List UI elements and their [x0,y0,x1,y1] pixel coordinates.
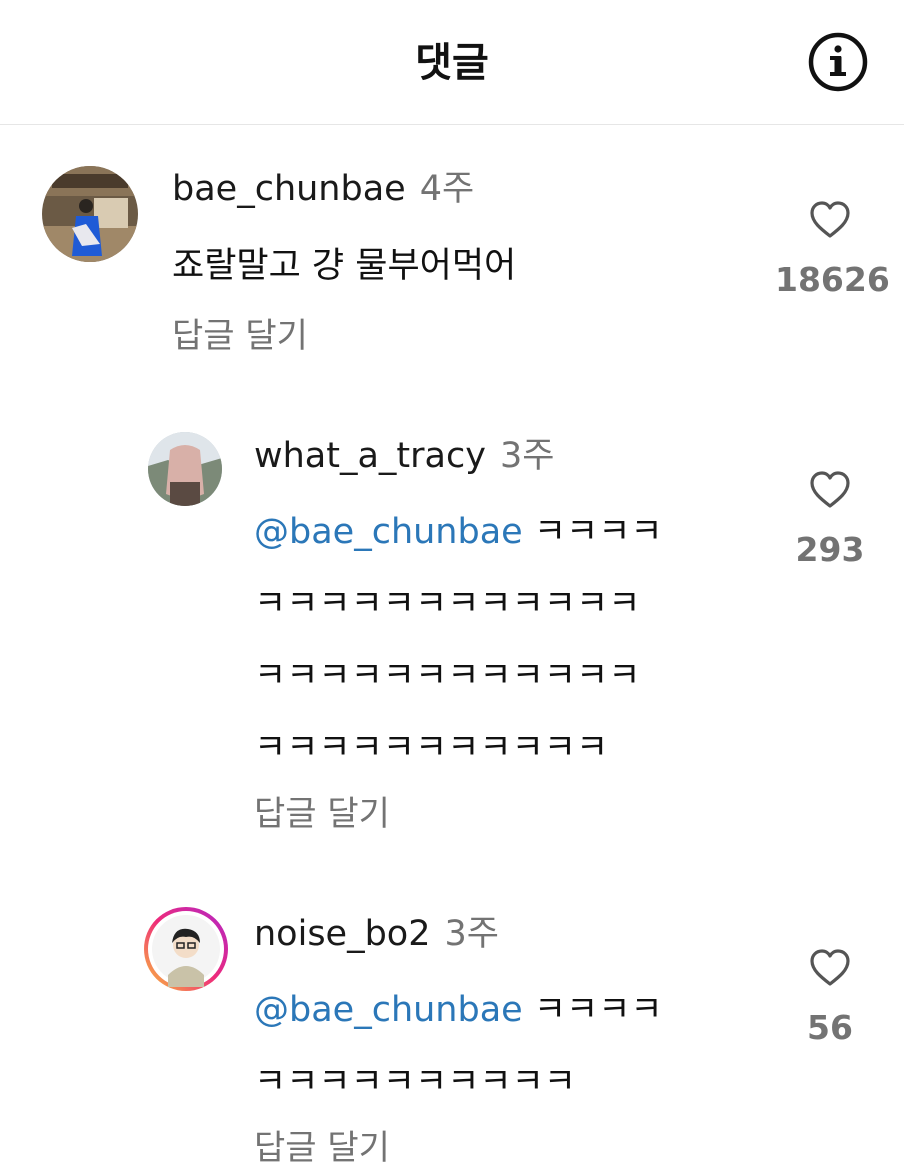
avatar[interactable] [142,905,230,993]
header-bar: 댓글 [0,0,904,125]
like-button[interactable]: 18626 [775,200,890,302]
reply-button[interactable]: 답글 달기 [254,792,390,836]
mention-link[interactable]: @bae_chunbae [254,990,523,1030]
info-icon[interactable] [808,32,868,92]
comment-username[interactable]: bae_chunbae [172,169,406,209]
like-count: 18626 [775,260,890,299]
reply-button[interactable]: 답글 달기 [254,1126,390,1170]
comment-time: 4주 [419,169,475,209]
comment-text: @bae_chunbae ㅋㅋㅋㅋ ㅋㅋㅋㅋㅋㅋㅋㅋㅋㅋㅋㅋ ㅋㅋㅋㅋㅋㅋㅋㅋㅋ… [254,496,774,784]
like-count: 293 [795,530,865,569]
page-title: 댓글 [415,40,489,86]
comment-username[interactable]: what_a_tracy [254,436,486,476]
comment-time: 3주 [499,436,555,476]
avatar[interactable] [148,432,222,506]
mention-link[interactable]: @bae_chunbae [254,512,523,552]
avatar[interactable] [42,166,138,262]
reply-button[interactable]: 답글 달기 [172,314,308,358]
heart-outline-icon[interactable] [809,200,851,240]
like-button[interactable]: 293 [775,470,885,572]
comment-text: 죠랄말고 걍 물부어먹어 [172,230,516,302]
heart-outline-icon[interactable] [809,948,851,988]
comment-body: 죠랄말고 걍 물부어먹어 [172,246,517,286]
heart-outline-icon[interactable] [809,470,851,510]
comment-username[interactable]: noise_bo2 [254,914,431,954]
like-button[interactable]: 56 [775,948,885,1050]
like-count: 56 [807,1008,853,1047]
comment-time: 3주 [444,914,499,954]
comment-text: @bae_chunbae ㅋㅋㅋㅋ ㅋㅋㅋㅋㅋㅋㅋㅋㅋㅋ [254,974,774,1118]
